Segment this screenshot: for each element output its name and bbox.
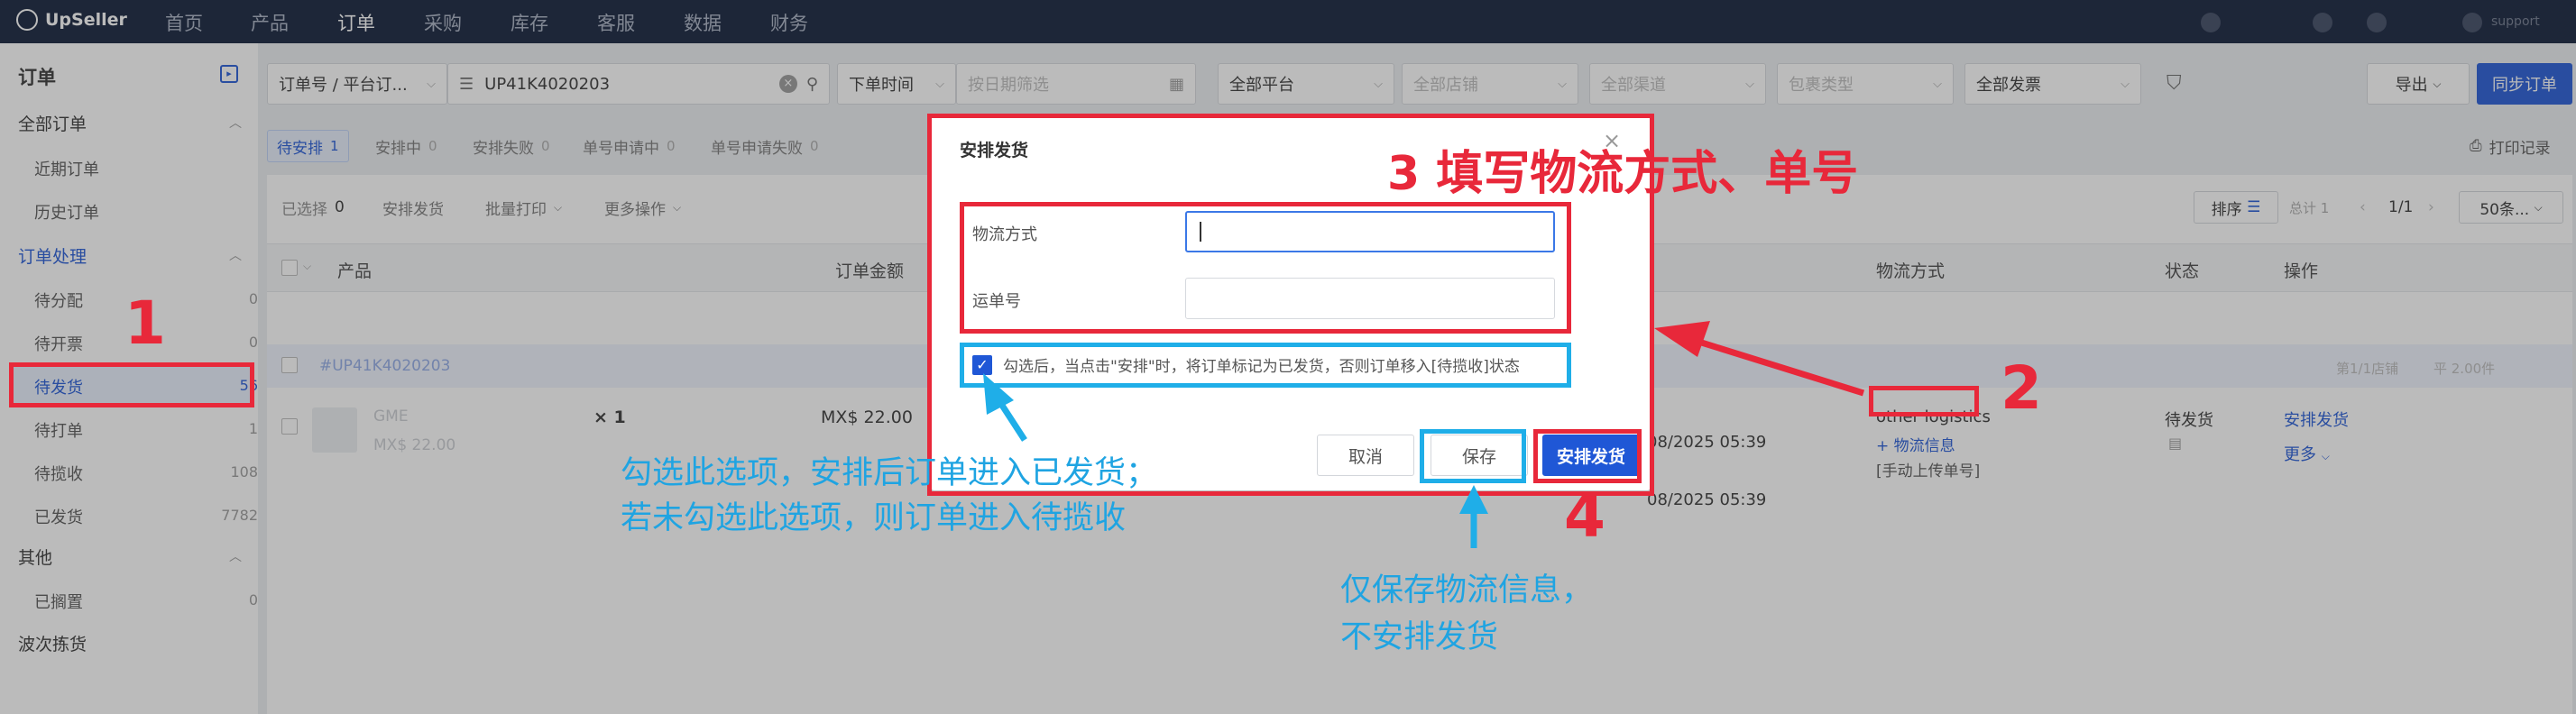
red-arrow-head [1654,321,1710,357]
annotation-arrows [983,321,1865,548]
blue-arrow-head [983,373,1014,415]
red-arrow-line [1694,337,1865,397]
blue-arrow-head [1459,485,1488,514]
blue-arrow-line [998,402,1027,442]
